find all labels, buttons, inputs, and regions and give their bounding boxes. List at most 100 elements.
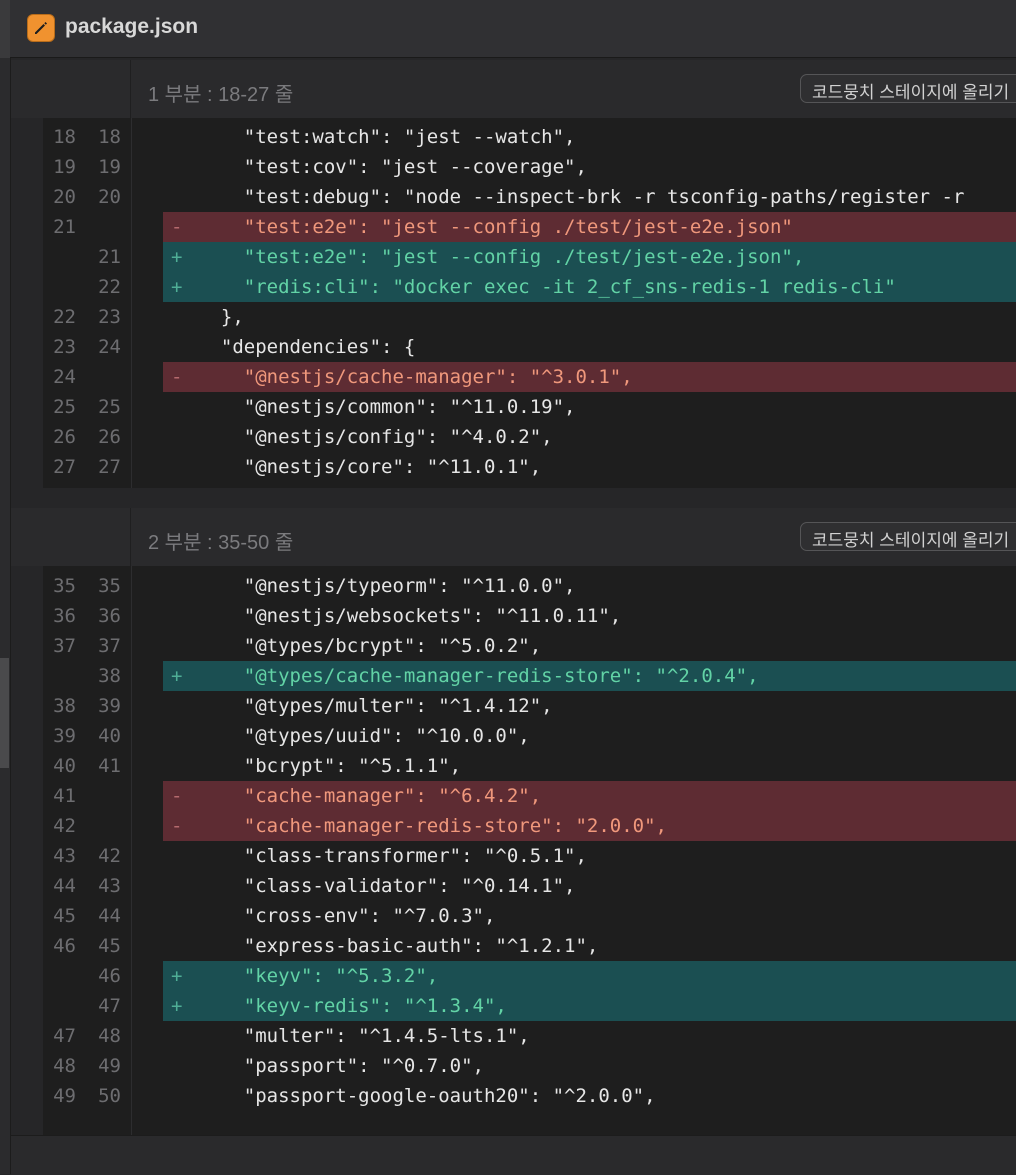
new-line-number: 21 [98, 246, 121, 268]
code-text: "passport-google-oauth20": "^2.0.0", [198, 1085, 656, 1107]
code-text: "test:debug": "node --inspect-brk -r tsc… [198, 186, 965, 208]
line-highlight [163, 302, 1016, 332]
new-line-number: 37 [98, 635, 121, 657]
context-line[interactable]: 37 37 "@types/bcrypt": "^5.0.2", [11, 631, 1016, 661]
context-line[interactable]: 39 40 "@types/uuid": "^10.0.0", [11, 721, 1016, 751]
diff-marker: - [171, 785, 183, 807]
code-text: "keyv-redis": "^1.3.4", [198, 995, 507, 1017]
context-line[interactable]: 46 45 "express-basic-auth": "^1.2.1", [11, 931, 1016, 961]
new-line-number: 47 [98, 995, 121, 1017]
code-text: "keyv": "^5.3.2", [198, 965, 439, 987]
code-text: "@nestjs/websockets": "^11.0.11", [198, 605, 622, 627]
new-line-number: 44 [98, 905, 121, 927]
added-line[interactable]: 38 + "@types/cache-manager-redis-store": … [11, 661, 1016, 691]
deleted-line[interactable]: 24 - "@nestjs/cache-manager": "^3.0.1", [11, 362, 1016, 392]
new-line-number: 23 [98, 306, 121, 328]
code-text: "bcrypt": "^5.1.1", [198, 755, 462, 777]
context-line[interactable]: 23 24 "dependencies": { [11, 332, 1016, 362]
code-text: "class-validator": "^0.14.1", [198, 875, 576, 897]
hunk-2: 2 부분 : 35-50 줄 코드뭉치 스테이지에 올리기 35 35 "@nes… [11, 508, 1016, 1135]
new-line-number: 20 [98, 186, 121, 208]
context-line[interactable]: 26 26 "@nestjs/config": "^4.0.2", [11, 422, 1016, 452]
context-line[interactable]: 18 18 "test:watch": "jest --watch", [11, 122, 1016, 152]
hunk-label: 1 부분 : 18-27 줄 [148, 84, 294, 106]
stage-hunk-button[interactable]: 코드뭉치 스테이지에 올리기 [800, 522, 1016, 551]
code-text: "@nestjs/cache-manager": "^3.0.1", [198, 366, 633, 388]
context-line[interactable]: 35 35 "@nestjs/typeorm": "^11.0.0", [11, 571, 1016, 601]
context-line[interactable]: 44 43 "class-validator": "^0.14.1", [11, 871, 1016, 901]
new-line-number: 43 [98, 875, 121, 897]
deleted-line[interactable]: 21 - "test:e2e": "jest --config ./test/je… [11, 212, 1016, 242]
new-line-number: 22 [98, 276, 121, 298]
new-line-number: 36 [98, 605, 121, 627]
old-line-number: 19 [53, 156, 76, 178]
scrollbar-thumb[interactable] [0, 658, 9, 768]
new-line-number: 40 [98, 725, 121, 747]
new-line-number: 24 [98, 336, 121, 358]
old-line-number: 41 [53, 785, 76, 807]
old-line-number: 38 [53, 695, 76, 717]
new-line-number: 35 [98, 575, 121, 597]
added-line[interactable]: 22 + "redis:cli": "docker exec -it 2_cf_s… [11, 272, 1016, 302]
context-line[interactable]: 22 23 }, [11, 302, 1016, 332]
old-line-number: 35 [53, 575, 76, 597]
new-line-number: 48 [98, 1025, 121, 1047]
old-line-number: 20 [53, 186, 76, 208]
old-line-number: 39 [53, 725, 76, 747]
old-line-number: 49 [53, 1085, 76, 1107]
context-line[interactable]: 49 50 "passport-google-oauth20": "^2.0.0"… [11, 1081, 1016, 1111]
new-line-number: 39 [98, 695, 121, 717]
old-line-number: 24 [53, 366, 76, 388]
context-line[interactable]: 19 19 "test:cov": "jest --coverage", [11, 152, 1016, 182]
context-line[interactable]: 25 25 "@nestjs/common": "^11.0.19", [11, 392, 1016, 422]
old-line-number: 22 [53, 306, 76, 328]
stage-hunk-button[interactable]: 코드뭉치 스테이지에 올리기 [800, 74, 1016, 103]
old-line-number: 44 [53, 875, 76, 897]
old-line-number: 26 [53, 426, 76, 448]
old-line-number: 48 [53, 1055, 76, 1077]
added-line[interactable]: 47 + "keyv-redis": "^1.3.4", [11, 991, 1016, 1021]
code-text: "@types/cache-manager-redis-store": "^2.… [198, 665, 759, 687]
code-text: }, [198, 306, 244, 328]
old-line-number: 21 [53, 216, 76, 238]
context-line[interactable]: 40 41 "bcrypt": "^5.1.1", [11, 751, 1016, 781]
code-text: "cache-manager-redis-store": "2.0.0", [198, 815, 667, 837]
hunk-label: 2 부분 : 35-50 줄 [148, 532, 294, 554]
old-line-number: 40 [53, 755, 76, 777]
new-line-number: 18 [98, 126, 121, 148]
diff-marker: + [171, 276, 183, 298]
code-text: "cache-manager": "^6.4.2", [198, 785, 542, 807]
hunk-1: 1 부분 : 18-27 줄 코드뭉치 스테이지에 올리기 18 18 "test… [11, 60, 1016, 490]
code-text: "@nestjs/common": "^11.0.19", [198, 396, 576, 418]
file-name: package.json [65, 15, 199, 38]
context-line[interactable]: 45 44 "cross-env": "^7.0.3", [11, 901, 1016, 931]
code-text: "test:e2e": "jest --config ./test/jest-e… [198, 246, 805, 268]
left-scrollbar[interactable] [0, 58, 11, 1174]
context-line[interactable]: 43 42 "class-transformer": "^0.5.1", [11, 841, 1016, 871]
context-line[interactable]: 20 20 "test:debug": "node --inspect-brk -… [11, 182, 1016, 212]
code-text: "cross-env": "^7.0.3", [198, 905, 496, 927]
new-line-number: 50 [98, 1085, 121, 1107]
pencil-icon [27, 14, 55, 42]
context-line[interactable]: 48 49 "passport": "^0.7.0", [11, 1051, 1016, 1081]
old-line-number: 27 [53, 456, 76, 478]
new-line-number: 27 [98, 456, 121, 478]
context-line[interactable]: 47 48 "multer": "^1.4.5-lts.1", [11, 1021, 1016, 1051]
code-text: "express-basic-auth": "^1.2.1", [198, 935, 599, 957]
old-line-number: 18 [53, 126, 76, 148]
added-line[interactable]: 21 + "test:e2e": "jest --config ./test/je… [11, 242, 1016, 272]
deleted-line[interactable]: 41 - "cache-manager": "^6.4.2", [11, 781, 1016, 811]
diff-code-area: 35 35 "@nestjs/typeorm": "^11.0.0", 36 36 "… [11, 566, 1016, 1135]
context-line[interactable]: 38 39 "@types/multer": "^1.4.12", [11, 691, 1016, 721]
context-line[interactable]: 27 27 "@nestjs/core": "^11.0.1", [11, 452, 1016, 482]
context-line[interactable]: 36 36 "@nestjs/websockets": "^11.0.11", [11, 601, 1016, 631]
code-text: "passport": "^0.7.0", [198, 1055, 484, 1077]
code-text: "test:e2e": "jest --config ./test/jest-e… [198, 216, 793, 238]
code-text: "@types/uuid": "^10.0.0", [198, 725, 530, 747]
code-text: "multer": "^1.4.5-lts.1", [198, 1025, 530, 1047]
bottom-bar [11, 1135, 1016, 1175]
deleted-line[interactable]: 42 - "cache-manager-redis-store": "2.0.0"… [11, 811, 1016, 841]
diff-marker: - [171, 815, 183, 837]
added-line[interactable]: 46 + "keyv": "^5.3.2", [11, 961, 1016, 991]
old-line-number: 23 [53, 336, 76, 358]
